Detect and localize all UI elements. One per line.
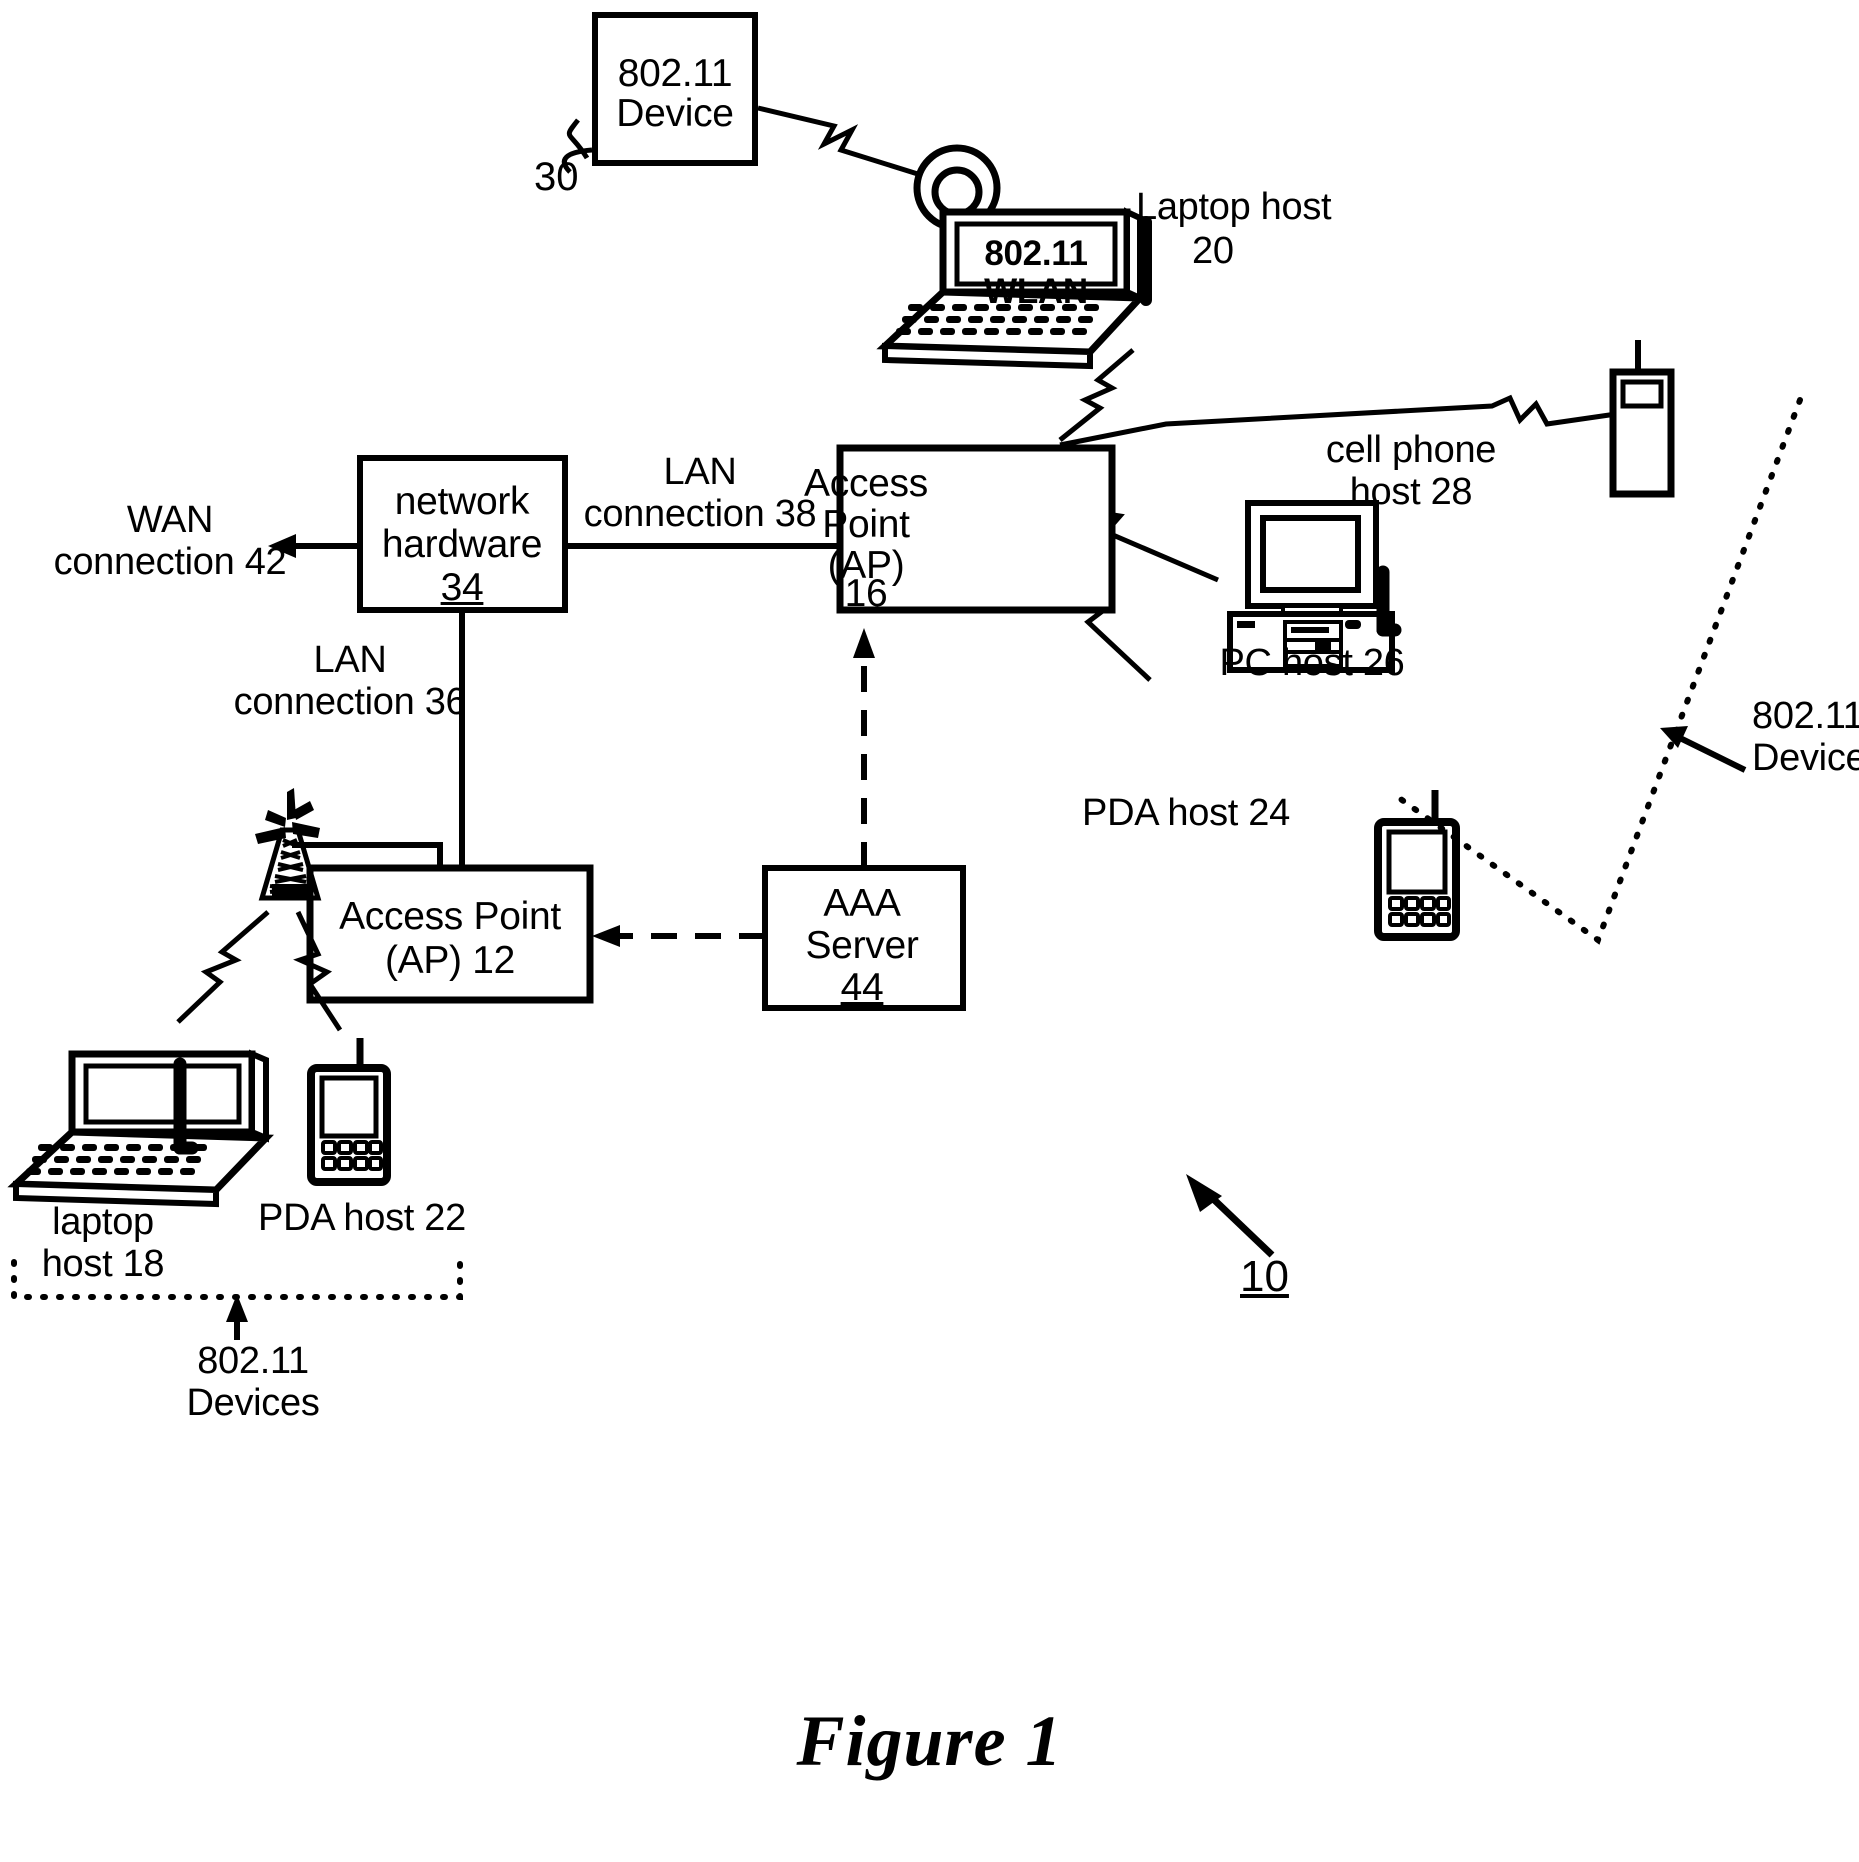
laptop-screen-line2: WLAN [984, 272, 1088, 311]
arrow-system-10 [1186, 1174, 1275, 1258]
box-access-point-16-line1: Access [804, 462, 928, 505]
wireless-link-30-to-20 [757, 105, 922, 178]
pda-host-24-label: PDA host 24 [1082, 792, 1290, 834]
laptop-host-18-icon [7, 1049, 274, 1208]
patent-figure: 802.11 Device 30 802.11 WLAN Laptop host… [0, 0, 1859, 1862]
laptop-host-20-label-line1: Laptop host [1136, 186, 1332, 228]
arrow-aaa-to-ap16 [853, 628, 875, 868]
figure-caption: Figure 1 [796, 1701, 1063, 1781]
group-devices-right-line2: Devices [1752, 737, 1859, 779]
box-access-point-12-line2-prefix: (AP) [384, 939, 473, 982]
laptop-antenna-ring-inner [931, 166, 983, 218]
wan-connection-label-line2: connection 42 [53, 541, 287, 583]
laptop-host-18-label-line2: host 18 [41, 1243, 165, 1285]
box-access-point-12-ref: 12 [472, 939, 516, 982]
diagram-canvas [7, 12, 1803, 1340]
pc-host-26-label: PC host 26 [1219, 642, 1405, 684]
group-devices-right-line1: 802.11 [1752, 695, 1859, 737]
box-aaa-server-line2: Server [805, 924, 919, 967]
group-devices-bottom-line1: 802.11 [197, 1340, 309, 1382]
box-access-point-16-line2: Point [822, 503, 910, 546]
box-access-point-16-ref: 16 [844, 572, 888, 615]
box-802-11-device-line2: Device [616, 92, 734, 135]
box-aaa-server-line1: AAA [823, 882, 901, 925]
wireless-link-ap12-to-laptop18 [176, 910, 270, 1024]
box-network-hardware-line2: hardware [381, 523, 543, 566]
wan-connection-label-line1: WAN [126, 499, 214, 541]
box-access-point-12-line1: Access Point [339, 895, 561, 938]
cell-phone-host-28-label-line2: host 28 [1349, 471, 1473, 513]
pda-host-22-label: PDA host 22 [258, 1197, 466, 1239]
pda-host-22-icon [307, 1038, 391, 1186]
ref-system-10: 10 [1240, 1252, 1289, 1301]
ref-30: 30 [534, 155, 579, 199]
cell-phone-host-28-icon [1609, 340, 1675, 498]
arrow-aaa-to-ap12 [592, 925, 765, 947]
box-access-point-12-line2: (AP) 12 [385, 937, 515, 984]
box-aaa-server-ref: 44 [840, 966, 884, 1009]
box-network-hardware-line1: network [394, 480, 530, 523]
cell-phone-host-28-label-line1: cell phone [1325, 429, 1497, 471]
arrow-devices-bottom [226, 1294, 248, 1340]
lan-connection-38-line2: connection 38 [583, 493, 817, 535]
group-devices-bottom-line2: Devices [186, 1382, 320, 1424]
laptop-host-18-label-line1: laptop [52, 1201, 154, 1243]
lan-connection-36-line2: connection 36 [233, 681, 467, 723]
box-network-hardware-ref: 34 [440, 566, 484, 609]
laptop-host-20-label-line2: 20 [1192, 230, 1234, 272]
lan-connection-38-line1: LAN [663, 451, 737, 493]
lan-connection-36-line1: LAN [313, 639, 387, 681]
